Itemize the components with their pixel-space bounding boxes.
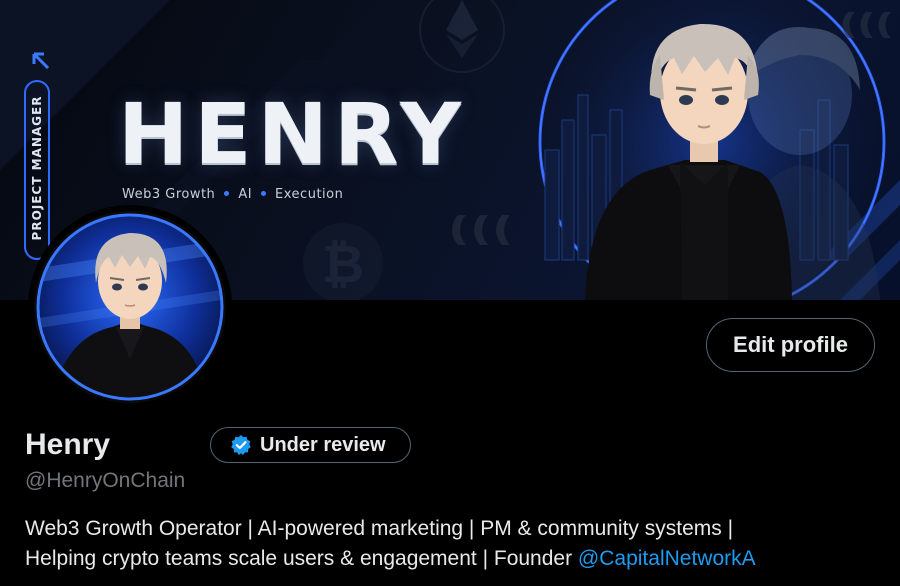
display-name: Henry [25, 428, 111, 461]
profile-page: ₿ HENRY Web3 Growth AI Execution PROJECT… [0, 0, 900, 586]
avatar-image [34, 211, 226, 403]
tagline-item: Web3 Growth [122, 187, 216, 202]
svg-text:₿: ₿ [322, 235, 364, 295]
tagline-item: Execution [275, 187, 344, 202]
tagline-dot [261, 191, 267, 196]
verified-badge-icon [231, 435, 251, 456]
edit-profile-button[interactable]: Edit profile [706, 318, 875, 372]
tagline-item: AI [238, 187, 253, 202]
bitcoin-icon: ₿ [303, 223, 383, 300]
mention-link[interactable]: @CapitalNetworkA [578, 547, 756, 570]
bio-line: Helping crypto teams scale users & engag… [25, 544, 885, 574]
tagline-dot [224, 191, 230, 196]
bio-text: Helping crypto teams scale users & engag… [25, 547, 578, 570]
user-handle: @HenryOnChain [25, 469, 186, 492]
profile-bio: Web3 Growth Operator | AI-powered market… [25, 514, 885, 574]
avatar[interactable] [28, 205, 232, 409]
verification-status-label: Under review [260, 433, 386, 456]
arrow-up-left-icon [32, 52, 50, 70]
verification-status-button[interactable]: Under review [210, 427, 411, 463]
banner-tagline: Web3 Growth AI Execution [122, 187, 343, 202]
bio-line: Web3 Growth Operator | AI-powered market… [25, 517, 734, 540]
banner-title: HENRY [118, 85, 467, 183]
